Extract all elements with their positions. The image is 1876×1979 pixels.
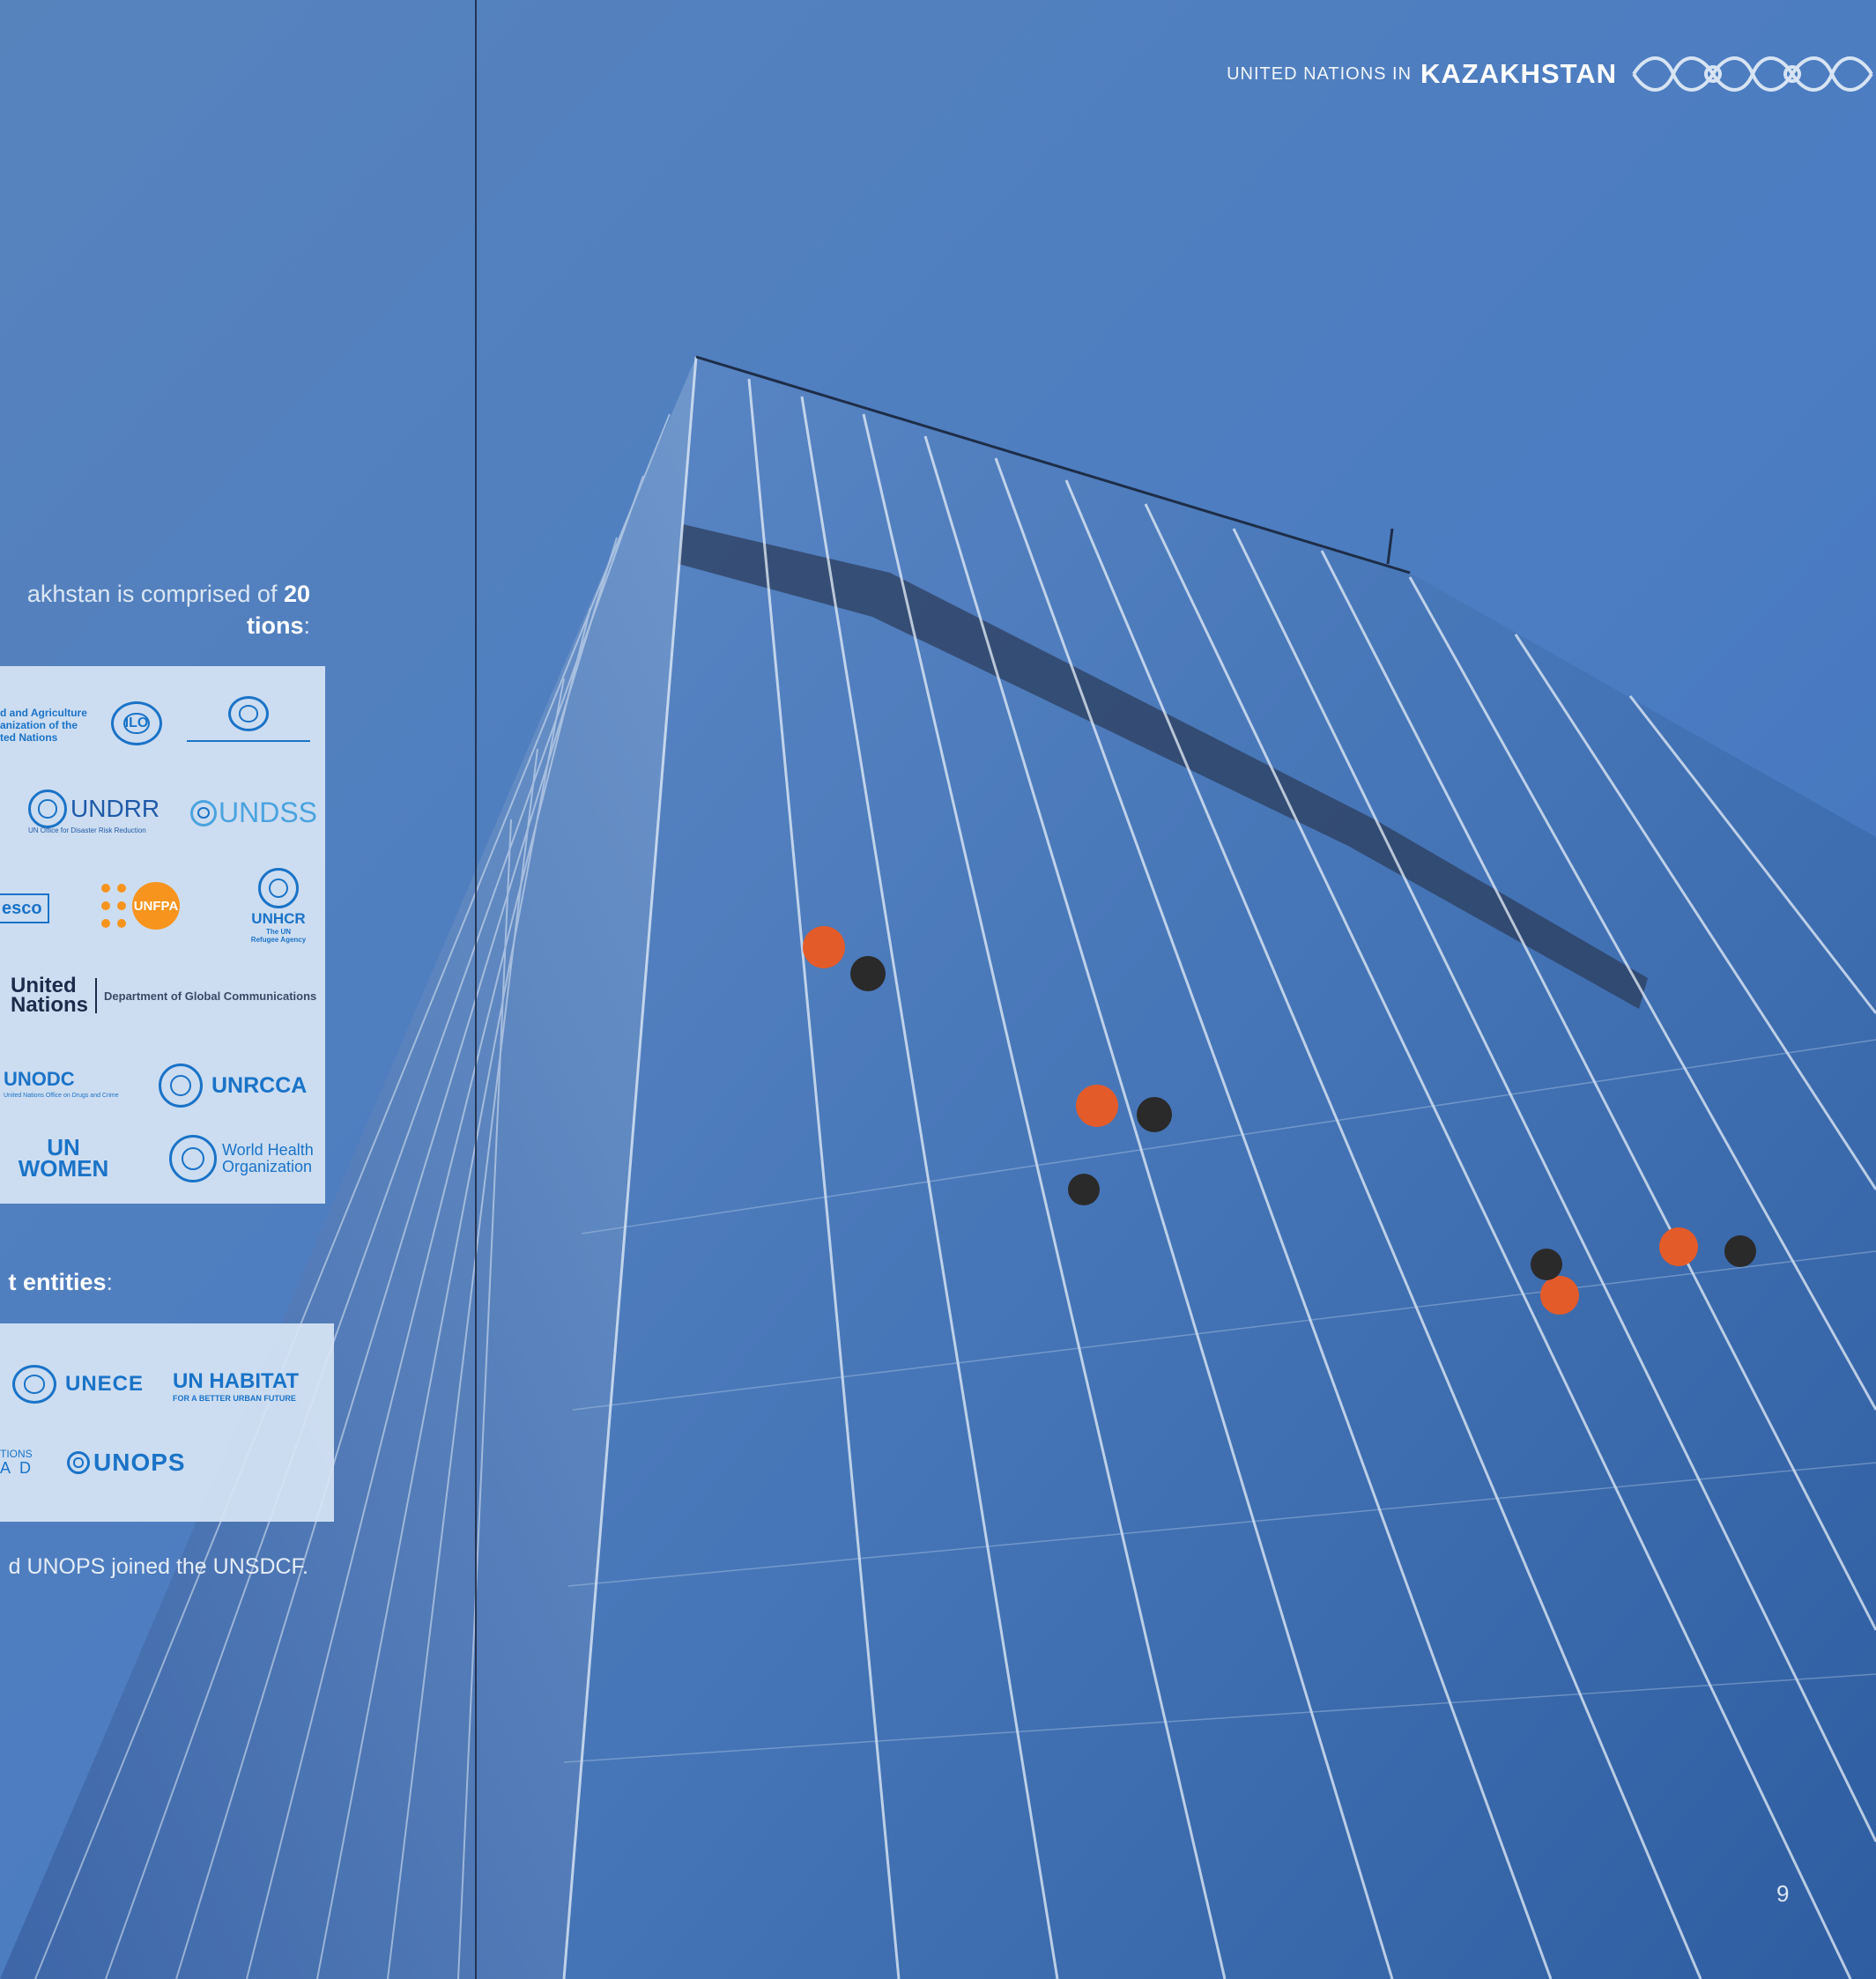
- unops-label: UNOPS: [93, 1449, 186, 1476]
- unfpa-logo: UNFPA: [100, 882, 180, 930]
- unrcca-label: UNRCCA: [211, 1072, 308, 1098]
- unesco-logo: esco: [0, 893, 49, 923]
- un-wordmark: United Nations: [0, 975, 89, 1017]
- ornament-icon: [1632, 56, 1873, 92]
- page-divider: [475, 0, 477, 1979]
- fao-line-3: ted Nations: [0, 731, 58, 744]
- who-emblem-icon: [169, 1135, 217, 1182]
- intro-text-part: akhstan is comprised of: [26, 581, 284, 607]
- iom-emblem-icon: [228, 696, 269, 731]
- unesco-label: esco: [2, 898, 42, 918]
- unodc-label: UNODC: [4, 1068, 75, 1090]
- un-dgc-logo: United Nations Department of Global Comm…: [0, 975, 317, 1017]
- non-resident-heading: t entities:: [0, 1269, 113, 1296]
- non-resident-logo-panel: [0, 1323, 334, 1522]
- who-wordmark: World Health Organization: [222, 1142, 314, 1175]
- unfpa-label: UNFPA: [133, 898, 179, 914]
- fao-logo: d and Agriculture anization of the ted N…: [0, 707, 88, 744]
- unhcr-subtitle-1: The UN: [266, 928, 291, 936]
- unhcr-label: UNHCR: [251, 910, 306, 927]
- unece-logo: UNECE: [12, 1365, 144, 1404]
- who-line-2: Organization: [222, 1158, 313, 1175]
- unece-label: UNECE: [65, 1372, 145, 1396]
- unrcca-logo: UNRCCA: [159, 1064, 307, 1108]
- page-number: 9: [1776, 1880, 1790, 1907]
- unodc-subtitle: United Nations Office on Drugs and Crime: [4, 1093, 119, 1099]
- un-emblem-icon: [12, 1365, 56, 1404]
- undrr-logo: UNDRR UN Office for Disaster Risk Reduct…: [28, 789, 160, 834]
- undss-label: UNDSS: [219, 797, 318, 828]
- unfpa-badge: UNFPA: [132, 882, 180, 930]
- unops-logo: UNOPS: [67, 1449, 186, 1477]
- unhabitat-label: UN HABITAT: [173, 1369, 300, 1393]
- non-resident-bold: t entities: [8, 1269, 107, 1295]
- non-resident-colon: :: [106, 1269, 113, 1295]
- unctad-line-2: A D: [0, 1459, 34, 1477]
- report-page: UNITED NATIONS IN KAZAKHSTAN akhstan is …: [0, 0, 1876, 1979]
- unctad-logo: TIONS A D: [0, 1447, 34, 1477]
- dgc-label: Department of Global Communications: [104, 989, 317, 1003]
- iom-logo: [187, 696, 310, 749]
- unwomen-line-2: WOMEN: [18, 1155, 109, 1182]
- un-line-2: Nations: [11, 993, 89, 1017]
- intro-paragraph: akhstan is comprised of 20 tions:: [0, 578, 310, 641]
- who-line-1: World Health: [222, 1141, 314, 1159]
- unsdcf-footnote: d UNOPS joined the UNSDCF.: [8, 1554, 308, 1579]
- un-emblem-icon: [67, 1451, 90, 1474]
- unhcr-emblem-icon: [258, 868, 299, 908]
- unhabitat-subtitle: FOR A BETTER URBAN FUTURE: [173, 1394, 296, 1403]
- dgc-separator: [95, 978, 98, 1013]
- un-emblem-icon: [28, 789, 67, 828]
- who-logo: World Health Organization: [169, 1135, 314, 1182]
- iom-underline: [187, 740, 310, 742]
- unhcr-logo: UNHCR The UN Refugee Agency: [243, 868, 314, 944]
- ilo-logo: ILO: [111, 701, 162, 745]
- ilo-label: ILO: [124, 715, 149, 730]
- intro-bold-tail: tions: [246, 612, 304, 639]
- un-emblem-icon: [159, 1064, 203, 1108]
- unodc-logo: UNODC United Nations Office on Drugs and…: [4, 1068, 119, 1099]
- intro-colon: :: [303, 612, 310, 639]
- undss-logo: UNDSS: [190, 797, 317, 829]
- unwomen-logo: UN WOMEN: [2, 1136, 125, 1182]
- header-prefix: UNITED NATIONS IN: [1227, 63, 1413, 84]
- un-emblem-icon: [190, 799, 217, 826]
- unhabitat-logo: UN HABITAT FOR A BETTER URBAN FUTURE: [173, 1369, 323, 1403]
- unhcr-subtitle-2: Refugee Agency: [250, 936, 307, 944]
- entity-count: 20: [283, 581, 310, 607]
- undrr-subtitle: UN Office for Disaster Risk Reduction: [28, 826, 146, 834]
- fao-line-1: d and Agriculture: [0, 707, 87, 719]
- undrr-label: UNDRR: [70, 795, 160, 822]
- header-country: KAZAKHSTAN: [1420, 58, 1617, 89]
- unfpa-dots-icon: [101, 884, 126, 928]
- page-header: UNITED NATIONS IN KAZAKHSTAN: [1227, 46, 1876, 102]
- fao-line-2: anization of the: [0, 719, 78, 731]
